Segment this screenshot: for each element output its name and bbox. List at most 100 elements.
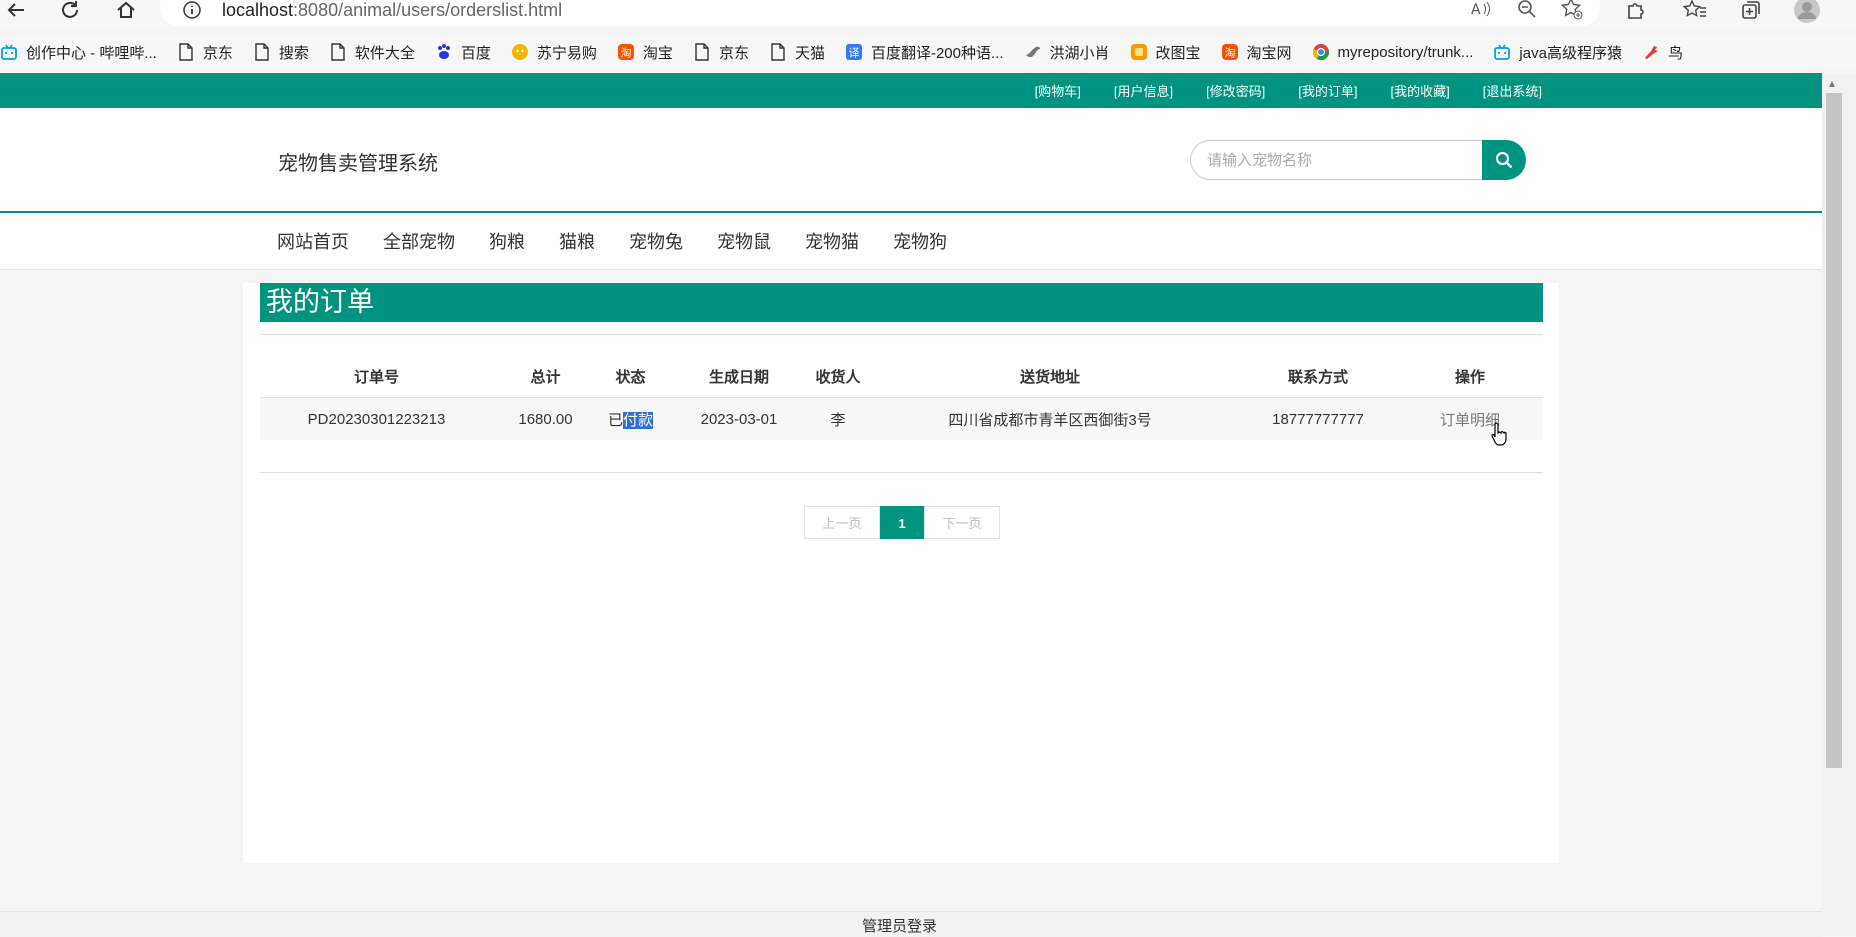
admin-login-link[interactable]: 管理员登录 bbox=[862, 915, 937, 936]
bird-icon bbox=[1024, 43, 1042, 61]
action-cell: 订单明细 bbox=[1397, 397, 1543, 440]
bookmark-label: 鸟 bbox=[1667, 44, 1683, 62]
nav-dog-food[interactable]: 狗粮 bbox=[489, 228, 525, 254]
bookmark-item[interactable]: 洪湖小肖 bbox=[1024, 42, 1110, 63]
search-button[interactable] bbox=[1482, 140, 1526, 180]
scroll-up-arrow-icon[interactable]: ▲ bbox=[1827, 79, 1837, 90]
phone-cell: 18777777777 bbox=[1239, 397, 1397, 440]
collections-button[interactable] bbox=[1737, 0, 1765, 24]
status-selected-text: 付款 bbox=[623, 411, 654, 429]
my-favorites-link[interactable]: [我的收藏] bbox=[1391, 81, 1450, 100]
page-icon bbox=[253, 43, 271, 61]
col-status: 状态 bbox=[598, 355, 663, 398]
bookmark-label: 百度 bbox=[460, 44, 491, 62]
hand-cursor-icon bbox=[1491, 422, 1507, 446]
nav-rabbit[interactable]: 宠物兔 bbox=[629, 228, 683, 254]
bookmark-item[interactable]: 创作中心 - 哔哩哔... bbox=[0, 42, 157, 63]
translate-icon: 译 bbox=[845, 43, 863, 61]
next-page-button[interactable]: 下一页 bbox=[924, 506, 1000, 539]
scrollbar-thumb[interactable] bbox=[1826, 93, 1842, 768]
puzzle-icon bbox=[1628, 3, 1644, 19]
refresh-icon bbox=[62, 1, 78, 18]
bookmark-label: 天猫 bbox=[794, 44, 825, 62]
bookmark-item[interactable]: 淘淘宝 bbox=[617, 42, 673, 63]
bookmark-item[interactable]: 苏宁易购 bbox=[511, 42, 597, 63]
col-date: 生成日期 bbox=[663, 355, 815, 398]
page-icon bbox=[329, 43, 347, 61]
total-cell: 1680.00 bbox=[493, 397, 598, 440]
bookmark-item[interactable]: 天猫 bbox=[769, 42, 825, 63]
home-button[interactable] bbox=[112, 0, 140, 24]
current-page[interactable]: 1 bbox=[880, 506, 924, 539]
change-password-link[interactable]: [修改密码] bbox=[1206, 81, 1265, 100]
url-host: localhost bbox=[222, 0, 294, 20]
bookmarks-bar: 创作中心 - 哔哩哔... 京东 搜索 软件大全 百度 苏宁易购淘淘宝 京东 天猫译百度翻译-… bbox=[0, 36, 1856, 68]
read-aloud-icon[interactable]: A bbox=[1470, 0, 1492, 20]
prev-page-button[interactable]: 上一页 bbox=[804, 506, 880, 539]
chrome-icon bbox=[1312, 43, 1330, 61]
col-order-no: 订单号 bbox=[260, 355, 493, 398]
nav-mouse[interactable]: 宠物鼠 bbox=[717, 228, 771, 254]
divider bbox=[260, 334, 1543, 335]
my-orders-link[interactable]: [我的订单] bbox=[1298, 81, 1357, 100]
bookmark-item[interactable]: myrepository/trunk... bbox=[1312, 43, 1473, 61]
order-no-cell: PD20230301223213 bbox=[260, 397, 493, 440]
url-path: :8080/animal/users/orderslist.html bbox=[293, 0, 563, 20]
col-address: 送货地址 bbox=[861, 355, 1239, 398]
page-icon bbox=[177, 43, 195, 61]
bookmark-label: 创作中心 - 哔哩哔... bbox=[26, 44, 157, 62]
bookmark-item[interactable]: 京东 bbox=[693, 42, 749, 63]
bookmark-label: 淘宝网 bbox=[1246, 44, 1292, 62]
image-edit-icon bbox=[1130, 43, 1148, 61]
bookmark-item[interactable]: 软件大全 bbox=[329, 42, 415, 63]
svg-text:译: 译 bbox=[848, 47, 859, 60]
logout-link[interactable]: [退出系统] bbox=[1483, 81, 1542, 100]
divider bbox=[260, 472, 1543, 473]
bookmark-item[interactable]: 鸟 bbox=[1642, 42, 1683, 63]
nav-all-pets[interactable]: 全部宠物 bbox=[383, 228, 455, 254]
orders-table: 订单号 总计 状态 生成日期 收货人 送货地址 联系方式 操作 PD202303… bbox=[260, 355, 1543, 440]
bookmark-item[interactable]: 京东 bbox=[177, 42, 233, 63]
collections-icon bbox=[1742, 1, 1760, 19]
nav-cat-food[interactable]: 猫粮 bbox=[559, 228, 595, 254]
suning-icon bbox=[511, 43, 529, 61]
page-footer: 管理员登录 bbox=[0, 911, 1822, 937]
col-phone: 联系方式 bbox=[1239, 355, 1397, 398]
site-header bbox=[0, 108, 1822, 211]
user-info-link[interactable]: [用户信息] bbox=[1114, 81, 1173, 100]
svg-text:淘: 淘 bbox=[1224, 47, 1235, 60]
zoom-out-icon[interactable] bbox=[1516, 0, 1538, 20]
bookmark-label: 淘宝 bbox=[642, 44, 673, 62]
bookmark-item[interactable]: 改图宝 bbox=[1130, 42, 1201, 63]
cart-link[interactable]: [购物车] bbox=[1035, 81, 1081, 100]
baidu-icon bbox=[435, 43, 453, 61]
main-nav: 网站首页 全部宠物 狗粮 猫粮 宠物兔 宠物鼠 宠物猫 宠物狗 bbox=[0, 213, 1822, 270]
status-prefix: 已 bbox=[607, 411, 623, 429]
bilibili-icon bbox=[1493, 43, 1511, 61]
site-info-icon[interactable] bbox=[182, 0, 202, 20]
profile-button[interactable] bbox=[1793, 0, 1821, 24]
bookmark-label: 苏宁易购 bbox=[536, 44, 597, 62]
svg-text:淘: 淘 bbox=[620, 47, 631, 60]
search-icon bbox=[1495, 151, 1513, 169]
site-title: 宠物售卖管理系统 bbox=[278, 153, 438, 175]
favorite-add-icon[interactable] bbox=[1560, 0, 1584, 21]
bookmark-item[interactable]: java高级程序猿 bbox=[1493, 42, 1622, 63]
address-bar[interactable]: localhost:8080/animal/users/orderslist.h… bbox=[160, 0, 1600, 26]
bookmark-item[interactable]: 淘淘宝网 bbox=[1221, 42, 1292, 63]
search-input[interactable] bbox=[1205, 141, 1469, 179]
bookmark-item[interactable]: 搜索 bbox=[253, 42, 309, 63]
bookmark-item[interactable]: 译百度翻译-200种语... bbox=[845, 42, 1004, 63]
bilibili-icon bbox=[0, 43, 18, 61]
extensions-button[interactable] bbox=[1621, 0, 1649, 24]
favorites-button[interactable] bbox=[1681, 0, 1709, 24]
bookmark-item[interactable]: 百度 bbox=[435, 42, 491, 63]
avatar-icon bbox=[1794, 0, 1820, 23]
nav-cat[interactable]: 宠物猫 bbox=[805, 228, 859, 254]
taobao-icon: 淘 bbox=[1221, 43, 1239, 61]
refresh-button[interactable] bbox=[56, 0, 84, 24]
bookmark-label: 洪湖小肖 bbox=[1049, 44, 1110, 62]
back-button[interactable] bbox=[2, 0, 30, 24]
nav-dog[interactable]: 宠物狗 bbox=[893, 228, 947, 254]
nav-home[interactable]: 网站首页 bbox=[277, 228, 349, 254]
